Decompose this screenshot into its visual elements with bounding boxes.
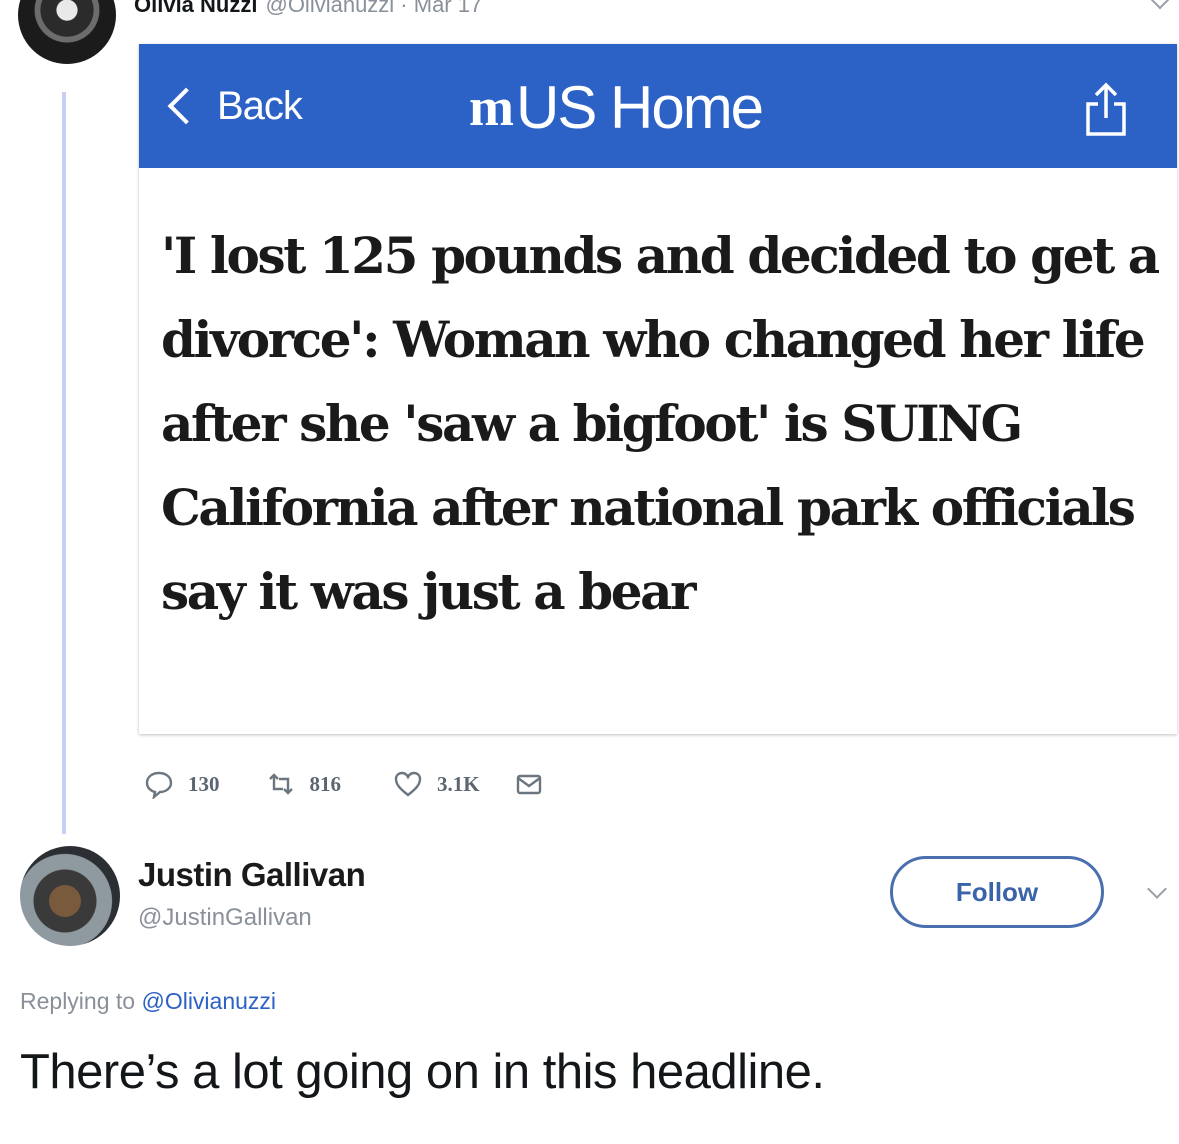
site-logo: m [469,77,514,137]
reply-icon [145,771,173,799]
like-button[interactable]: 3.1K [393,769,480,799]
chevron-left-icon [167,87,205,125]
replying-to-line: Replying to @Olivianuzzi [20,988,276,1015]
like-count: 3.1K [437,771,480,796]
author-handle: @Olivianuzzi [265,0,395,17]
mention-link[interactable]: @Olivianuzzi [141,988,276,1014]
reply-text: There’s a lot going on in this headline. [20,1045,825,1099]
avatar[interactable] [20,846,120,946]
card-header-bar: Back m US Home [139,44,1177,168]
news-card[interactable]: Back m US Home 'I lost 125 pounds and de… [139,44,1177,734]
site-title-label: US Home [515,73,764,141]
retweet-count: 816 [309,771,342,796]
back-button[interactable]: Back [163,80,303,132]
article-headline[interactable]: 'I lost 125 pounds and decided to get a … [161,214,1171,634]
author-name[interactable]: Olivia Nuzzi [134,0,257,17]
retweet-button[interactable]: 816 [266,769,342,799]
back-label: Back [217,83,303,128]
follow-button[interactable]: Follow [890,856,1104,928]
message-button[interactable] [514,769,558,799]
chevron-down-icon[interactable] [1147,879,1167,899]
message-icon [516,774,541,795]
tweet-author-line: Olivia Nuzzi @Olivianuzzi · Mar 17 [134,0,482,18]
avatar[interactable] [18,0,116,64]
thread-line [62,92,66,834]
replying-prefix: Replying to [20,988,136,1014]
reply-author-name[interactable]: Justin Gallivan [138,856,366,894]
retweet-icon [268,773,293,795]
reply-count: 130 [188,771,220,796]
chevron-down-icon[interactable] [1148,0,1172,10]
site-title: m US Home [469,72,764,142]
heart-icon [394,771,422,797]
tweet-actions: 130 816 3.1K [144,764,558,804]
reply-button[interactable]: 130 [144,769,220,799]
tweet-date[interactable]: Mar 17 [414,0,482,17]
reply-author-handle[interactable]: @JustinGallivan [138,904,312,932]
share-icon[interactable] [1081,82,1131,138]
